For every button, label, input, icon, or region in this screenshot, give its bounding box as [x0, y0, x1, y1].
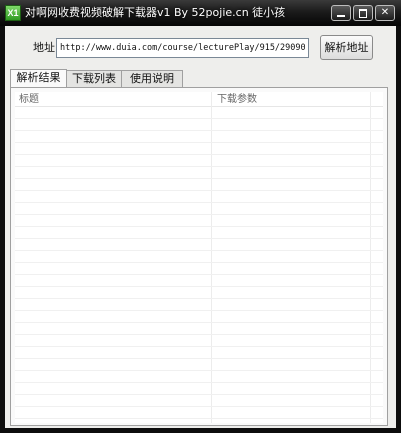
title-bar[interactable]: X1 对啊网收费视频破解下载器v1 By 52pojie.cn 徒小孩 ✕	[0, 0, 401, 26]
app-window: X1 对啊网收费视频破解下载器v1 By 52pojie.cn 徒小孩 ✕ 地址…	[0, 0, 401, 433]
window-title: 对啊网收费视频破解下载器v1 By 52pojie.cn 徒小孩	[25, 6, 286, 19]
address-input[interactable]	[56, 38, 309, 58]
tab-download-list[interactable]: 下载列表	[66, 70, 122, 87]
tab-parse-results[interactable]: 解析结果	[10, 69, 67, 87]
close-button[interactable]: ✕	[375, 5, 395, 21]
minimize-button[interactable]	[331, 5, 351, 21]
tab-panel: 标题 下载参数	[10, 87, 388, 426]
parse-address-button[interactable]: 解析地址	[320, 35, 373, 60]
client-area: 地址 解析地址 解析结果 下载列表 使用说明 标题 下载参数	[5, 26, 396, 428]
results-table[interactable]: 标题 下载参数	[15, 92, 383, 423]
window-frame-bottom	[0, 428, 401, 433]
table-body	[15, 107, 383, 423]
table-header: 标题 下载参数	[15, 92, 383, 107]
tab-instructions[interactable]: 使用说明	[121, 70, 183, 87]
column-header-download-params[interactable]: 下载参数	[217, 92, 257, 107]
address-label: 地址	[33, 41, 55, 54]
app-icon: X1	[5, 5, 21, 21]
maximize-button[interactable]	[353, 5, 373, 21]
column-header-title[interactable]: 标题	[19, 92, 39, 107]
